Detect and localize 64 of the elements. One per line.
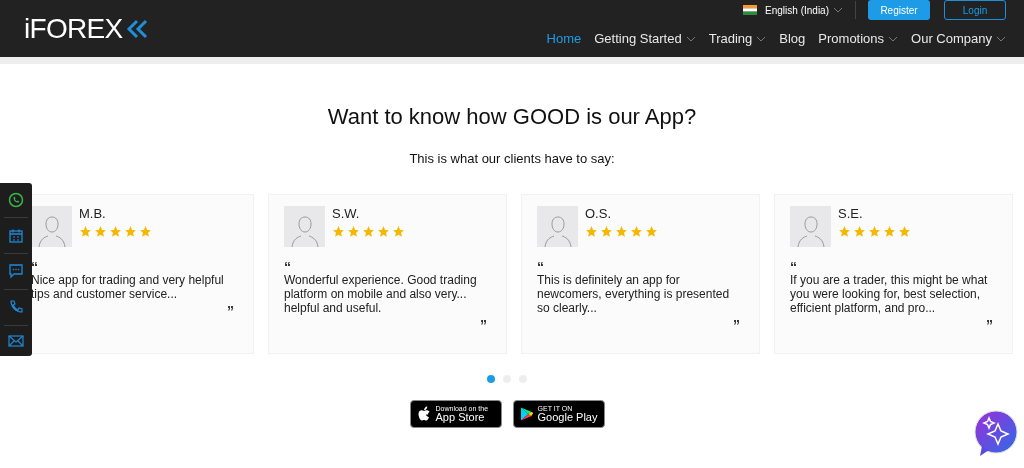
star-icon: [124, 224, 137, 238]
star-icon: [868, 224, 881, 238]
badge-store-name: App Store: [435, 411, 485, 423]
reviewer-name: S.W.: [332, 205, 361, 222]
star-icon: [645, 224, 658, 238]
phone-icon[interactable]: [8, 299, 24, 316]
close-quote-mark: ”: [986, 318, 993, 331]
logo[interactable]: iFOREX: [24, 7, 123, 50]
avatar-placeholder: [537, 205, 578, 247]
nav-item[interactable]: Blog: [779, 29, 806, 49]
star-icon: [139, 224, 152, 238]
star-icon: [94, 224, 107, 238]
open-quote-mark: “: [537, 260, 544, 273]
reviewer-name: S.E.: [838, 205, 864, 222]
star-icon: [377, 224, 390, 238]
star-icon: [362, 224, 375, 238]
star-icon: [600, 224, 613, 238]
star-icon: [79, 224, 92, 238]
avatar-placeholder: [790, 205, 831, 247]
india-flag-icon: [743, 5, 758, 15]
star-icon: [898, 224, 911, 238]
avatar-placeholder: [31, 205, 72, 247]
play-icon: [519, 405, 533, 422]
calendar-icon[interactable]: [8, 227, 24, 244]
apple-icon: [416, 405, 431, 422]
star-icon: [883, 224, 896, 238]
star-icon: [347, 224, 360, 238]
section-subtitle: This is what our clients have to say:: [408, 150, 616, 168]
badge-store-name: Google Play: [537, 411, 598, 423]
open-quote-mark: “: [284, 260, 291, 273]
nav-item[interactable]: Getting Started: [594, 29, 682, 49]
review-text: Nice app for trading and very helpful tips and customer service...: [31, 272, 225, 301]
star-icon: [332, 224, 345, 238]
nav-item[interactable]: Trading: [708, 29, 753, 49]
open-quote-mark: “: [31, 260, 38, 273]
star-icon: [109, 224, 122, 238]
language-selector[interactable]: English (India): [765, 2, 829, 18]
star-icon: [838, 224, 851, 238]
star-icon: [630, 224, 643, 238]
close-quote-mark: ”: [480, 318, 487, 331]
whatsapp-icon[interactable]: [8, 191, 24, 208]
reviewer-name: M.B.: [79, 205, 107, 222]
review-text: Wonderful experience. Good trading platform on mobile and also very... helpful and useful.: [284, 272, 478, 315]
avatar-placeholder: [284, 205, 325, 247]
sparkle-chat-icon[interactable]: [974, 410, 1018, 458]
star-icon: [615, 224, 628, 238]
chat-icon[interactable]: [8, 263, 24, 280]
mail-icon[interactable]: [8, 335, 24, 348]
review-text: If you are a trader, this might be what you were looking for, best selection, efficient platform, and pro...: [790, 272, 989, 315]
close-quote-mark: ”: [227, 304, 234, 317]
star-icon: [392, 224, 405, 238]
section-title: Want to know how GOOD is our App?: [326, 103, 698, 131]
close-quote-mark: ”: [733, 318, 740, 331]
star-icon: [853, 224, 866, 238]
reviewer-name: O.S.: [585, 205, 612, 222]
chevrons-logo-icon: [126, 18, 149, 39]
open-quote-mark: “: [790, 260, 797, 273]
chevron-down-icon: [833, 7, 843, 13]
star-icon: [585, 224, 598, 238]
nav-item[interactable]: Home: [546, 29, 582, 49]
nav-item[interactable]: Promotions: [818, 29, 885, 49]
nav-item[interactable]: Our Company: [911, 29, 992, 49]
login-button[interactable]: Login: [944, 0, 1006, 20]
review-text: This is definitely an app for newcomers, everything is presented so clearly...: [537, 272, 731, 315]
